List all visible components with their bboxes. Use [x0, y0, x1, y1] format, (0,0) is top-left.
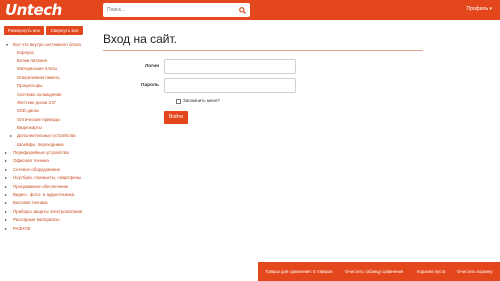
- category-item[interactable]: РАЗНОЕ: [13, 226, 31, 232]
- remember-me-checkbox[interactable]: [176, 99, 181, 104]
- category-item[interactable]: Офисная техника: [13, 158, 49, 164]
- top-navbar: Untech Профиль ▾: [0, 0, 500, 20]
- category-item[interactable]: Оперативная память: [17, 75, 60, 81]
- category-item[interactable]: Жесткие диски 3.5": [17, 100, 56, 106]
- category-item[interactable]: Оптические приводы: [17, 117, 60, 123]
- page-title: Вход на сайт.: [103, 32, 177, 46]
- profile-menu[interactable]: Профиль ▾: [467, 6, 493, 12]
- category-item[interactable]: Корпуса: [17, 50, 34, 56]
- remember-me-label: Запомнить меня?: [183, 98, 220, 103]
- category-item[interactable]: Системы охлаждения: [17, 92, 61, 98]
- login-input[interactable]: [165, 65, 295, 79]
- category-item[interactable]: Периферийные устройства: [13, 150, 69, 156]
- category-item[interactable]: Дополнительные устройства: [17, 133, 76, 139]
- search-input[interactable]: [103, 3, 233, 17]
- chevron-right-icon[interactable]: ▸: [5, 209, 7, 215]
- category-item[interactable]: Программное обеспечение: [13, 184, 68, 190]
- chevron-right-icon[interactable]: ▸: [5, 150, 7, 156]
- chevron-down-icon[interactable]: ▾: [6, 42, 8, 48]
- category-item[interactable]: Видео-, фото- и аудиотехника: [13, 192, 74, 198]
- login-button[interactable]: Войти: [164, 111, 188, 124]
- category-item[interactable]: Все что внутри системного блока: [13, 42, 81, 48]
- title-divider: [103, 50, 423, 51]
- clear-cart-link[interactable]: Очистить корзину: [457, 262, 492, 281]
- category-item[interactable]: Приборы защиты электропитания: [13, 209, 82, 215]
- category-item[interactable]: Процессоры: [17, 83, 42, 89]
- password-input[interactable]: [165, 84, 295, 98]
- compare-count-link[interactable]: Товары для сравнения: 0 товаров: [265, 262, 333, 281]
- password-label: Пароль: [141, 83, 159, 88]
- chevron-right-icon[interactable]: ▸: [10, 133, 12, 139]
- search-button[interactable]: [235, 3, 250, 17]
- category-item[interactable]: Блоки питания: [17, 58, 47, 64]
- search-box: [103, 3, 250, 17]
- chevron-right-icon[interactable]: ▸: [5, 217, 7, 223]
- profile-label: Профиль: [466, 6, 489, 12]
- chevron-right-icon[interactable]: ▸: [5, 192, 7, 198]
- chevron-right-icon[interactable]: ▸: [5, 200, 7, 206]
- category-item[interactable]: SSD диски: [17, 108, 39, 114]
- chevron-right-icon[interactable]: ▸: [5, 184, 7, 190]
- search-icon: [239, 6, 246, 14]
- category-item[interactable]: Сетевое оборудование: [13, 167, 60, 173]
- category-item[interactable]: Бытовая техника: [13, 200, 48, 206]
- collapse-all-button[interactable]: Свернуть все: [46, 26, 83, 35]
- bottom-toolbar: Товары для сравнения: 0 товаров Очистить…: [258, 262, 500, 281]
- site-logo[interactable]: Untech: [5, 1, 62, 19]
- chevron-right-icon[interactable]: ▸: [5, 175, 7, 181]
- expand-all-button[interactable]: Развернуть все: [4, 26, 44, 35]
- chevron-down-icon: ▾: [489, 6, 492, 12]
- category-item[interactable]: Материнские платы: [17, 66, 57, 72]
- clear-compare-link[interactable]: Очистить таблицу сравнения: [345, 262, 403, 281]
- password-field[interactable]: [164, 78, 296, 98]
- chevron-right-icon[interactable]: ▸: [5, 158, 7, 164]
- category-item[interactable]: Шлейфы, переходники: [17, 142, 64, 148]
- login-field[interactable]: [164, 59, 296, 79]
- cart-status-link[interactable]: Корзина пуста: [417, 262, 445, 281]
- category-item[interactable]: Видеокарты: [17, 125, 42, 131]
- category-item[interactable]: Расходные материалы: [13, 217, 60, 223]
- chevron-right-icon[interactable]: ▸: [5, 167, 7, 173]
- chevron-right-icon[interactable]: ▸: [5, 226, 7, 232]
- login-label: Логин: [145, 64, 160, 69]
- category-item[interactable]: Ноутбуки, планшеты, смартфоны: [13, 175, 81, 181]
